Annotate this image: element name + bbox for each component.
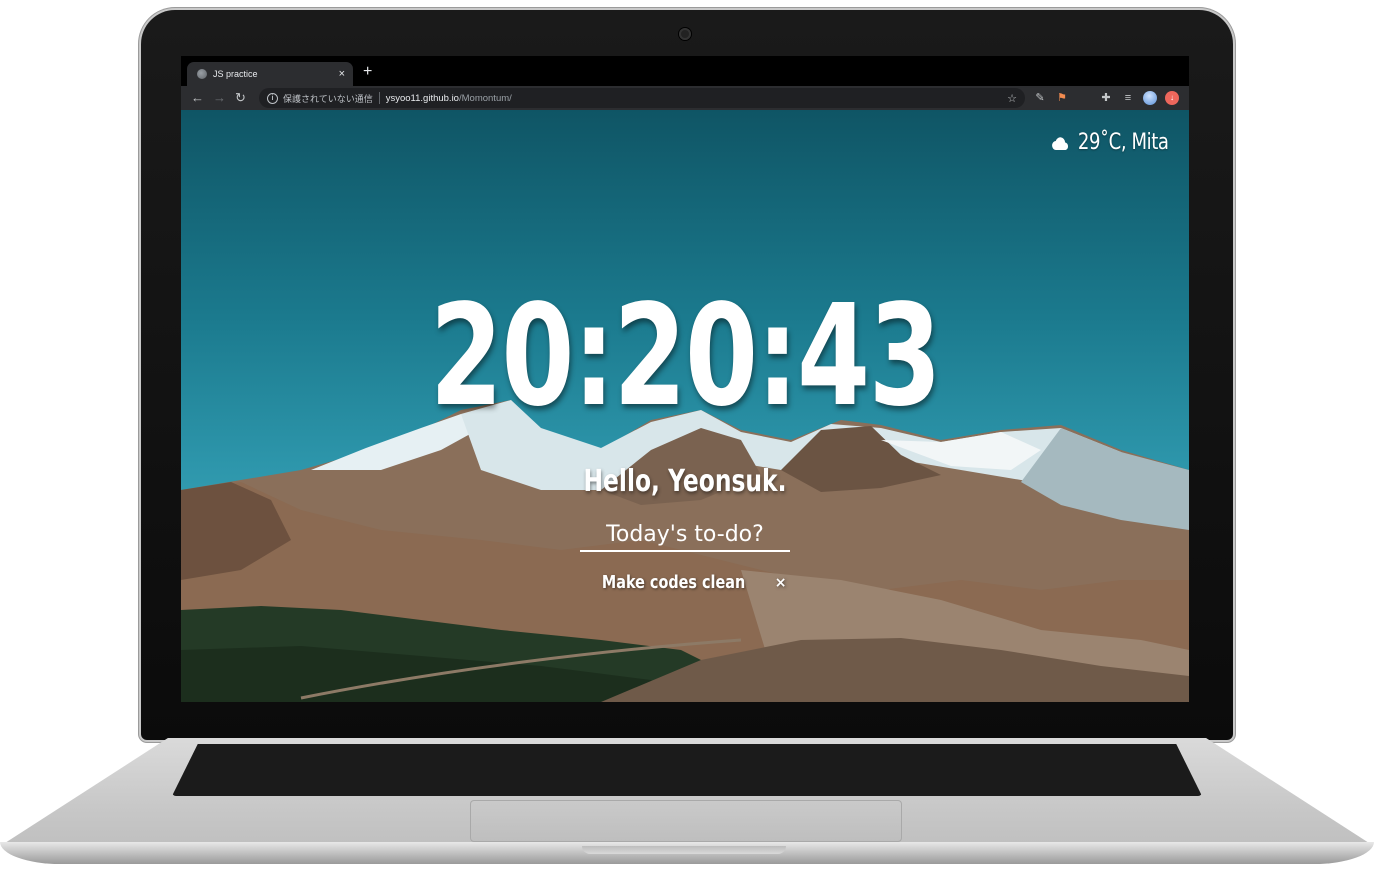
url-path: /Momontum/ (458, 92, 512, 104)
lid-notch (582, 846, 786, 854)
new-tab-button[interactable]: + (363, 62, 372, 82)
webcam (679, 28, 691, 40)
todo-item: Make codes clean × (181, 572, 1189, 593)
laptop-screen: JS practice × + ← → ↻ i 保護されていない通信 ysyoo… (181, 56, 1189, 702)
tab-close-button[interactable]: × (339, 68, 345, 80)
globe-icon (197, 69, 207, 79)
todo-delete-button[interactable]: × (775, 575, 787, 591)
todo-input[interactable] (580, 520, 790, 552)
trackpad (470, 800, 902, 842)
browser-toolbar: ← → ↻ i 保護されていない通信 ysyoo11.github.io /Mo… (181, 86, 1189, 110)
weather-widget: 29˚C, Mita (1052, 130, 1169, 155)
laptop-lid: JS practice × + ← → ↻ i 保護されていない通信 ysyoo… (141, 10, 1233, 740)
clock-time: 20:20:43 (429, 275, 942, 438)
url-host: ysyoo11.github.io (385, 92, 459, 104)
cloud-icon (1052, 136, 1069, 150)
address-bar[interactable]: i 保護されていない通信 ysyoo11.github.io /Momontum… (259, 88, 1025, 108)
bookmark-star-icon[interactable]: ☆ (1007, 92, 1017, 105)
back-button[interactable]: ← (191, 89, 204, 107)
browser-tab[interactable]: JS practice × (187, 62, 353, 86)
update-alert-icon[interactable]: ↓ (1165, 91, 1179, 105)
keyboard (172, 744, 1202, 796)
tab-title: JS practice (213, 69, 258, 79)
security-label: 保護されていない通信 (283, 93, 373, 104)
todo-list: Make codes clean × (181, 572, 1189, 593)
momentum-page: 29˚C, Mita 20:20:43 Hello, Yeonsuk. Make… (181, 110, 1189, 702)
reload-button[interactable]: ↻ (235, 89, 246, 107)
browser-tab-bar: JS practice × + (181, 56, 1189, 86)
reading-list-icon[interactable]: ≡ (1121, 91, 1135, 105)
forward-button[interactable]: → (213, 89, 226, 107)
info-icon[interactable]: i (267, 92, 278, 104)
pen-extension-icon[interactable]: ✎ (1033, 91, 1047, 105)
profile-avatar-icon[interactable] (1143, 91, 1157, 105)
greeting-text: Hello, Yeonsuk. (583, 464, 787, 499)
todo-item-text: Make codes clean (601, 572, 745, 593)
todo-form (580, 520, 790, 552)
flag-extension-icon[interactable]: ⚑ (1055, 91, 1069, 105)
address-divider (378, 92, 380, 104)
extensions-puzzle-icon[interactable]: ✚ (1099, 91, 1113, 105)
weather-text: 29˚C, Mita (1078, 130, 1169, 155)
